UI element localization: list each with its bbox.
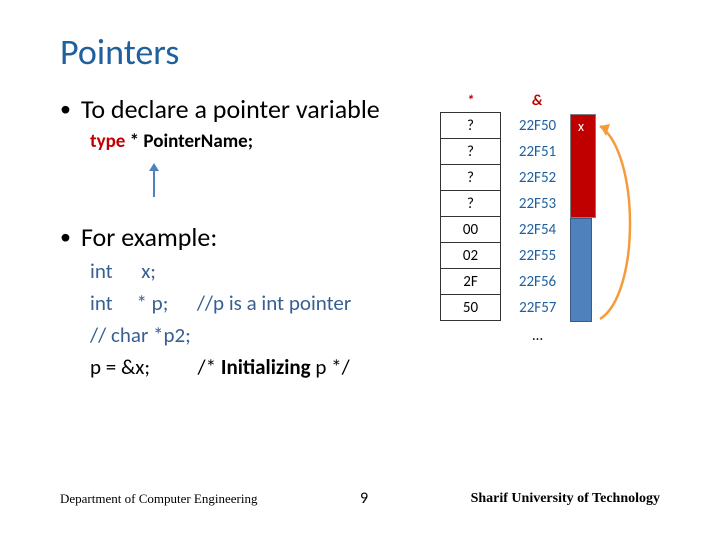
cmt-open: /* xyxy=(198,354,221,380)
pointer-arrow-icon xyxy=(590,114,650,324)
mem-addr: 22F51 xyxy=(501,139,569,165)
mem-val: ? xyxy=(441,191,501,217)
mem-dots: … xyxy=(501,321,569,347)
bullet-1-text: To declare a pointer variable xyxy=(81,92,380,126)
x-label: x xyxy=(578,118,584,135)
bullet-1: • To declare a pointer variable xyxy=(60,92,430,126)
mem-val: ? xyxy=(441,165,501,191)
mem-val: ? xyxy=(441,139,501,165)
syntax-pname: PointerName; xyxy=(143,130,253,153)
mem-val: 00 xyxy=(441,217,501,243)
syntax-type: type xyxy=(90,130,125,153)
header-star: * xyxy=(441,92,501,113)
footer: Department of Computer Engineering 9 Sha… xyxy=(0,489,720,508)
page-number: 9 xyxy=(360,489,368,508)
mem-addr: 22F57 xyxy=(501,295,569,321)
cmt-strong: Initializing xyxy=(221,354,311,380)
code-block: int x; int * p; //p is a int pointer // … xyxy=(90,258,430,380)
mem-val: ? xyxy=(441,113,501,139)
code-line-1: int x; xyxy=(90,258,430,284)
body-area: • To declare a pointer variable type * P… xyxy=(60,92,670,386)
mem-addr: 22F50 xyxy=(501,113,569,139)
bullet-dot: • xyxy=(60,220,71,254)
code-line-3: // char *p2; xyxy=(90,322,430,348)
bullet-2: • For example: xyxy=(60,220,430,254)
kw-int: int xyxy=(90,258,113,284)
syntax-line: type * PointerName; xyxy=(90,130,430,153)
bullet-dot: • xyxy=(60,92,71,126)
bullet-2-text: For example: xyxy=(81,220,217,254)
mem-val: 50 xyxy=(441,295,501,321)
code-line-4: p = &x; /* Initializing p */ xyxy=(90,354,430,380)
mem-addr: 22F55 xyxy=(501,243,569,269)
blue-box-p xyxy=(570,218,592,322)
left-column: • To declare a pointer variable type * P… xyxy=(60,92,440,386)
var-p: * p; xyxy=(136,290,168,316)
syntax-star: * xyxy=(130,130,144,153)
mem-addr: 22F56 xyxy=(501,269,569,295)
mem-val: 2F xyxy=(441,269,501,295)
mem-addr: 22F53 xyxy=(501,191,569,217)
cmt-close: p */ xyxy=(311,354,350,380)
footer-university: Sharif University of Technology xyxy=(471,491,660,507)
mem-val: 02 xyxy=(441,243,501,269)
up-arrow-icon xyxy=(146,163,430,202)
slide-title: Pointers xyxy=(60,30,670,74)
right-column: * & ?22F50 ?22F51 ?22F52 ?22F53 0022F54 … xyxy=(440,92,670,386)
assign: p = &x; xyxy=(90,354,150,380)
kw-int: int xyxy=(90,290,113,316)
comment-1: //p is a int pointer xyxy=(197,290,351,316)
memory-table: * & ?22F50 ?22F51 ?22F52 ?22F53 0022F54 … xyxy=(440,92,569,347)
mem-addr: 22F52 xyxy=(501,165,569,191)
slide: Pointers • To declare a pointer variable… xyxy=(0,0,720,540)
footer-dept: Department of Computer Engineering xyxy=(60,491,257,507)
var-x: x; xyxy=(141,258,156,284)
mem-addr: 22F54 xyxy=(501,217,569,243)
code-line-2: int * p; //p is a int pointer xyxy=(90,290,430,316)
header-amp: & xyxy=(501,92,569,113)
